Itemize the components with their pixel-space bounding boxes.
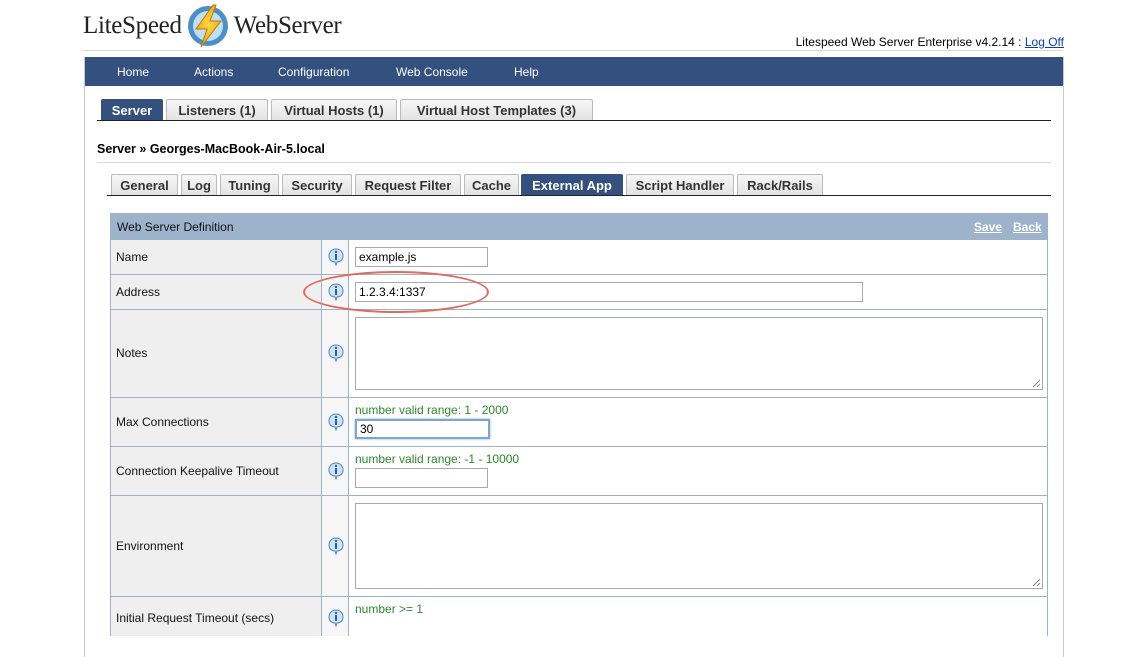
breadcrumb-divider — [97, 162, 1051, 163]
row-address: Address — [111, 274, 1047, 309]
log-off-link[interactable]: Log Off — [1025, 35, 1064, 49]
row-label-max-connections: Max Connections — [111, 398, 322, 446]
save-link[interactable]: Save — [974, 220, 1002, 234]
logo-text-right: WebServer — [233, 12, 342, 39]
version-text: Litespeed Web Server Enterprise v4.2.14 … — [795, 35, 1022, 49]
tab-listeners[interactable]: Listeners (1) — [166, 99, 268, 120]
litespeed-logo: LiteSpeed WebServer — [83, 2, 342, 50]
row-initial-request-timeout: Initial Request Timeout (secs) number >=… — [111, 596, 1047, 636]
info-icon[interactable] — [328, 283, 344, 301]
info-icon[interactable] — [328, 609, 344, 627]
tab-virtual-host-templates[interactable]: Virtual Host Templates (3) — [400, 99, 593, 120]
info-icon[interactable] — [328, 462, 344, 480]
lightning-bolt-icon — [187, 4, 228, 48]
breadcrumb: Server » Georges-MacBook-Air-5.local — [97, 142, 325, 156]
nav-home[interactable]: Home — [117, 65, 149, 79]
row-max-connections: Max Connections number valid range: 1 - … — [111, 397, 1047, 446]
nav-help[interactable]: Help — [514, 65, 539, 79]
row-name: Name — [111, 239, 1047, 274]
row-label-keepalive-timeout: Connection Keepalive Timeout — [111, 447, 322, 495]
sub-tabs-divider — [107, 195, 1051, 196]
row-keepalive-timeout: Connection Keepalive Timeout number vali… — [111, 446, 1047, 495]
header-divider — [83, 50, 1063, 51]
info-icon[interactable] — [328, 344, 344, 362]
info-icon[interactable] — [328, 537, 344, 555]
row-notes: Notes — [111, 309, 1047, 397]
row-label-name: Name — [111, 240, 322, 274]
row-label-environment: Environment — [111, 496, 322, 596]
main-tabs-divider — [97, 120, 1051, 121]
logo-text-left: LiteSpeed — [83, 12, 182, 39]
back-link[interactable]: Back — [1013, 220, 1042, 234]
row-label-notes: Notes — [111, 310, 322, 397]
environment-textarea[interactable] — [355, 503, 1043, 589]
row-label-address: Address — [111, 275, 322, 309]
subtab-general[interactable]: General — [111, 174, 178, 195]
resize-grip-icon[interactable] — [1032, 379, 1041, 388]
row-environment: Environment — [111, 495, 1047, 596]
max-connections-hint: number valid range: 1 - 2000 — [355, 403, 509, 417]
resize-grip-icon[interactable] — [1032, 578, 1041, 587]
subtab-script-handler[interactable]: Script Handler — [626, 174, 734, 195]
table-header: Web Server Definition Save Back — [111, 214, 1047, 239]
tab-virtual-hosts[interactable]: Virtual Hosts (1) — [271, 99, 397, 120]
address-input[interactable] — [355, 282, 863, 302]
keepalive-hint: number valid range: -1 - 10000 — [355, 452, 520, 466]
subtab-external-app[interactable]: External App — [521, 174, 623, 195]
tab-server[interactable]: Server — [101, 99, 163, 120]
subtab-log[interactable]: Log — [181, 174, 217, 195]
keepalive-timeout-input[interactable] — [355, 468, 488, 488]
notes-textarea[interactable] — [355, 317, 1043, 390]
subtab-security[interactable]: Security — [282, 174, 352, 195]
initial-timeout-hint: number >= 1 — [355, 602, 424, 616]
subtab-request-filter[interactable]: Request Filter — [355, 174, 461, 195]
subtab-tuning[interactable]: Tuning — [220, 174, 279, 195]
table-title: Web Server Definition — [117, 220, 234, 234]
top-nav-bar: Home Actions Configuration Web Console H… — [85, 57, 1063, 86]
nav-configuration[interactable]: Configuration — [278, 65, 349, 79]
max-connections-input[interactable] — [355, 419, 490, 439]
web-server-definition-table: Web Server Definition Save Back Name Add… — [110, 213, 1048, 636]
nav-web-console[interactable]: Web Console — [396, 65, 468, 79]
subtab-cache[interactable]: Cache — [464, 174, 519, 195]
info-icon[interactable] — [328, 413, 344, 431]
subtab-rack-rails[interactable]: Rack/Rails — [737, 174, 823, 195]
version-info: Litespeed Web Server Enterprise v4.2.14 … — [796, 35, 1064, 49]
name-input[interactable] — [355, 247, 488, 267]
info-icon[interactable] — [328, 248, 344, 266]
nav-actions[interactable]: Actions — [194, 65, 233, 79]
